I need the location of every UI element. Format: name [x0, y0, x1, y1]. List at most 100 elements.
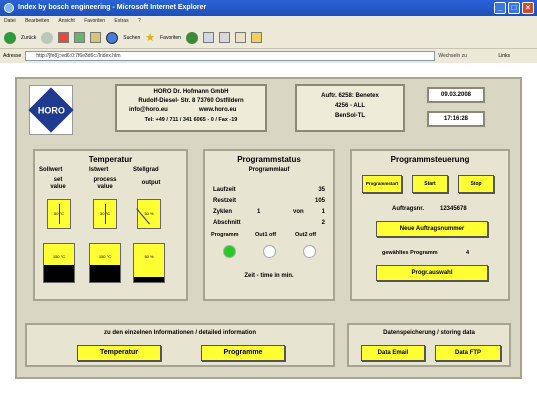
set-label: set — [53, 177, 63, 183]
programmsteuerung-title: Programmsteuerung — [390, 155, 470, 164]
temperatur-nav-button[interactable]: Temperatur — [77, 345, 161, 361]
output-bar-label: 50 % — [144, 254, 154, 259]
time-display: 17:16:28 — [427, 111, 485, 127]
menu-datei[interactable]: Datei — [4, 18, 16, 24]
lamp-out2-label: Out2 off — [295, 232, 317, 238]
start-button[interactable]: Start — [412, 175, 448, 193]
company-phone: Tel: +49 / 711 / 341 6065 - 0 / Fax -19 — [144, 117, 238, 123]
order-line2: 4256 - ALL — [334, 103, 366, 109]
search-label[interactable]: Suchen — [123, 35, 140, 41]
history-icon[interactable] — [185, 31, 198, 44]
menu-bearbeiten[interactable]: Bearbeiten — [25, 18, 49, 24]
detail-info-caption: zu den einzelnen Informationen / detaile… — [103, 330, 256, 336]
window-titlebar: Index by bosch engineering - Microsoft I… — [0, 0, 537, 16]
order-line1: Auftr. 6258: Benetex — [321, 93, 379, 99]
out1-lamp-off — [263, 245, 276, 258]
menu-help[interactable]: ? — [138, 18, 141, 24]
process-bar: 150 °C — [89, 243, 121, 283]
zyklen-total: 1 — [321, 209, 325, 215]
refresh-icon[interactable] — [74, 32, 86, 43]
sollwert-label: Sollwert — [39, 167, 63, 173]
temperatur-section: Temperatur Sollwert Istwert Stellgrad se… — [33, 149, 188, 301]
mail-icon[interactable] — [202, 32, 214, 43]
order-info-box: Auftr. 6258: Benetex 4256 - ALL BenSol-T… — [295, 84, 405, 132]
abschnitt-label: Abschnitt — [213, 220, 241, 226]
setpoint-gauge: 50 °C — [47, 199, 71, 229]
storing-data-section: Datenspeicherung / storing data Data Ema… — [347, 323, 511, 367]
zyklen-von-label: von — [293, 209, 304, 215]
programmlauf-label: Programmlauf — [248, 167, 290, 173]
search-icon[interactable] — [106, 31, 119, 44]
favorites-star-icon[interactable]: ★ — [145, 31, 155, 44]
address-label: Adresse — [3, 53, 22, 59]
minimize-button[interactable]: _ — [494, 2, 506, 14]
output-gauge: 50 % — [136, 199, 161, 229]
output-gauge-label: 50 % — [144, 211, 154, 216]
browser-toolbar: Zurück Suchen ★ Favoriten — [0, 27, 537, 49]
stop-button[interactable]: Stop — [458, 175, 494, 193]
process-label: process — [93, 177, 117, 183]
process-value-label: value — [97, 184, 113, 190]
selected-program-label: gewähltes Programm — [382, 250, 438, 256]
menu-extras[interactable]: Extras — [114, 18, 128, 24]
output-label: output — [141, 180, 161, 186]
stop-icon[interactable] — [58, 32, 70, 43]
company-web[interactable]: www.horo.eu — [199, 107, 236, 113]
favorites-label[interactable]: Favoriten — [160, 35, 181, 41]
go-button[interactable]: Wechseln zu — [438, 51, 498, 61]
address-bar: Adresse http://[fe8]::ed6:0:7f6e3d6c:/In… — [0, 49, 537, 63]
back-label[interactable]: Zurück — [21, 35, 36, 41]
zyklen-label: Zyklen — [213, 209, 233, 215]
setpoint-bar: 150 °C — [43, 243, 75, 283]
maximize-button[interactable]: □ — [508, 2, 520, 14]
close-button[interactable]: × — [522, 2, 534, 14]
output-bar: 50 % — [133, 243, 165, 283]
out2-lamp-off — [303, 245, 316, 258]
laufzeit-value: 35 — [318, 187, 325, 193]
folder-icon[interactable] — [250, 32, 262, 43]
page-viewport: HORO HORO Dr. Hofmann GmbH Rudolf-Diesel… — [0, 63, 537, 402]
window-title: Index by bosch engineering - Microsoft I… — [18, 4, 207, 11]
internet-explorer-icon — [4, 3, 14, 13]
date-display: 09.03.2008 — [427, 87, 485, 103]
process-bar-label: 150 °C — [98, 254, 112, 259]
menu-ansicht[interactable]: Ansicht — [58, 18, 74, 24]
menu-bar: Datei Bearbeiten Ansicht Favoriten Extra… — [0, 16, 537, 27]
menu-favoriten[interactable]: Favoriten — [84, 18, 105, 24]
istwert-label: Istwert — [89, 167, 109, 173]
auftragsnr-label: Auftragsnr. — [392, 206, 425, 212]
programmsteuerung-section: Programmsteuerung Programmstart Start St… — [350, 149, 510, 301]
setpoint-gauge-label: 50 °C — [53, 211, 65, 216]
temperatur-title: Temperatur — [88, 155, 133, 164]
links-label[interactable]: Links — [498, 53, 510, 59]
home-icon[interactable] — [90, 32, 102, 43]
set-value-label: value — [50, 184, 66, 190]
time-unit-note: Zeit - time in min. — [244, 273, 294, 279]
window-controls: _ □ × — [494, 2, 534, 14]
data-ftp-button[interactable]: Data FTP — [435, 345, 501, 361]
lamp-out1-label: Out1 off — [255, 232, 277, 238]
logo-text: HORO — [37, 105, 65, 115]
company-name: HORO Dr. Hofmann GmbH — [153, 89, 229, 95]
data-email-button[interactable]: Data Email — [361, 345, 425, 361]
program-select-button[interactable]: Progr.auswahl — [376, 265, 488, 281]
detail-info-section: zu den einzelnen Informationen / detaile… — [25, 323, 335, 367]
programm-lamp-on — [223, 245, 236, 258]
hmi-panel: HORO HORO Dr. Hofmann GmbH Rudolf-Diesel… — [15, 77, 522, 379]
setpoint-bar-fill — [44, 264, 74, 282]
order-line3: BenSol-TL — [335, 113, 365, 119]
print-icon[interactable] — [218, 32, 230, 43]
edit-icon[interactable] — [234, 32, 246, 43]
programme-nav-button[interactable]: Programme — [201, 345, 285, 361]
new-order-number-button[interactable]: Neue Auftragsnummer — [376, 221, 488, 237]
selected-program-value: 4 — [466, 250, 470, 256]
back-arrow-icon[interactable] — [4, 31, 16, 44]
restzeit-label: Restzeit — [213, 198, 237, 204]
abschnitt-value: 2 — [321, 220, 325, 226]
address-input[interactable]: http://[fe8]::ed6:0:7f6e3d6c:/Index.htm — [25, 51, 436, 61]
stellgrad-label: Stellgrad — [133, 167, 159, 173]
forward-arrow-icon[interactable] — [41, 31, 54, 44]
process-gauge: 50 °C — [93, 199, 117, 229]
programmstart-button[interactable]: Programmstart — [362, 175, 402, 193]
company-email[interactable]: info@horo.eu — [129, 107, 168, 113]
